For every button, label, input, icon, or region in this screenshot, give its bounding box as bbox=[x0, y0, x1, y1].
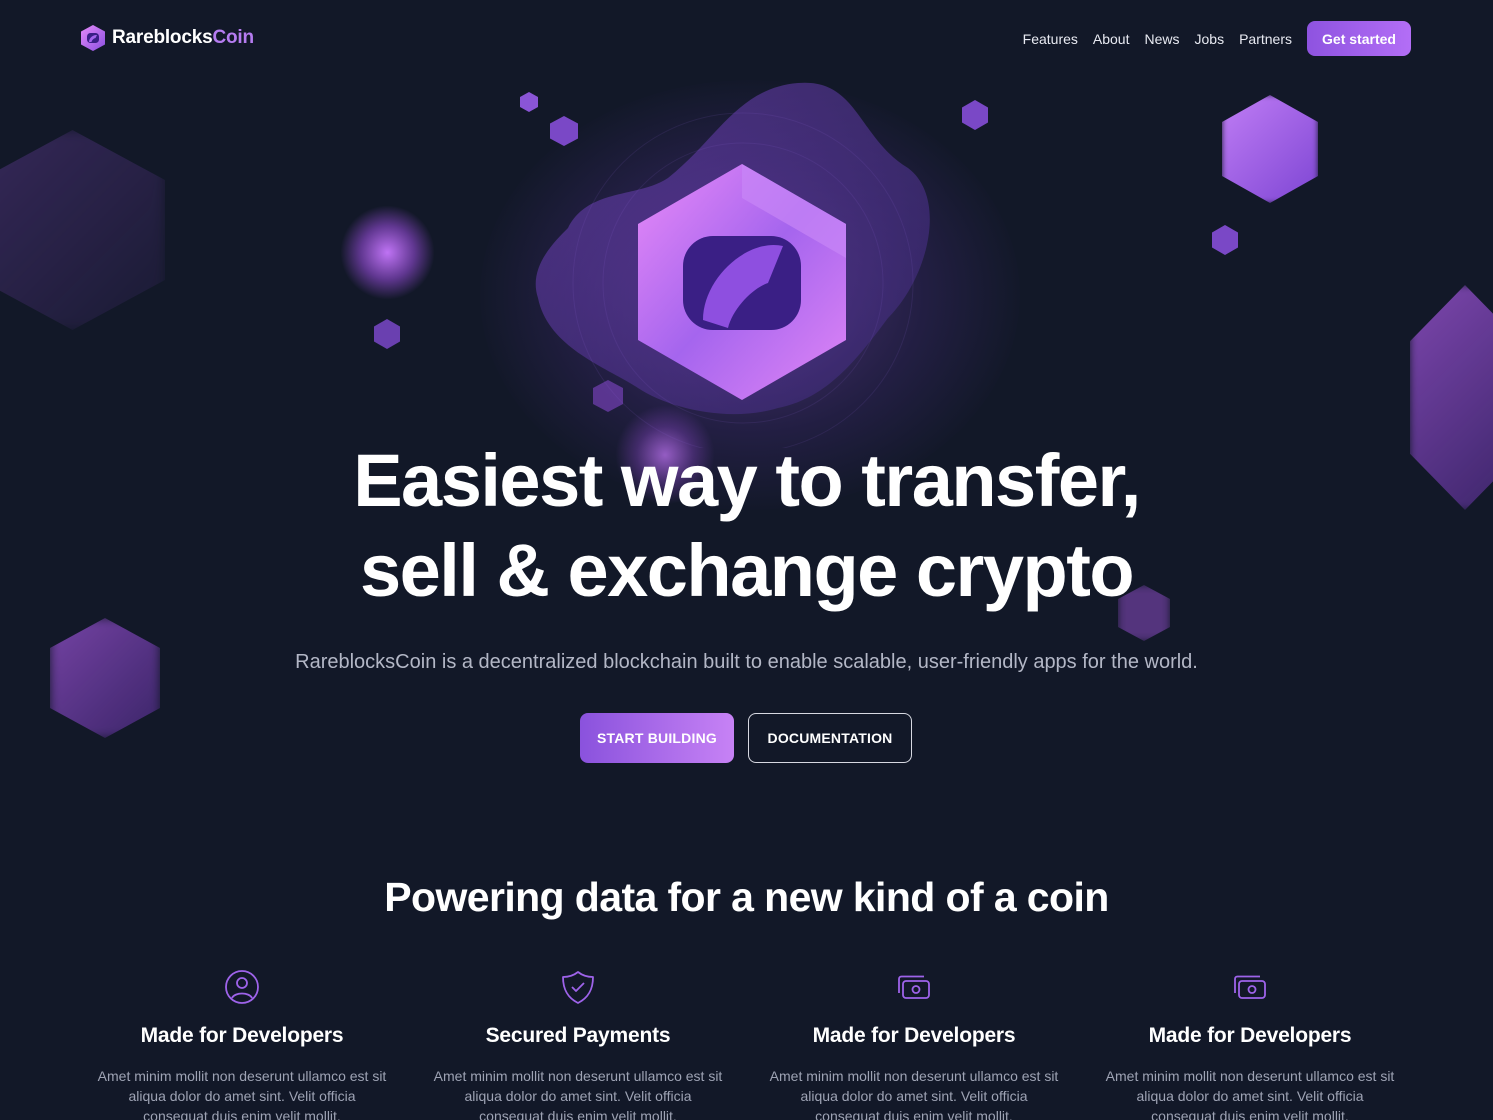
feature-description: Amet minim mollit non deserunt ullamco e… bbox=[1105, 1068, 1395, 1120]
hero-logo-mark bbox=[535, 82, 930, 448]
hero-title-line-2: sell & exchange crypto bbox=[359, 529, 1135, 612]
feature-description: Amet minim mollit non deserunt ullamco e… bbox=[97, 1068, 387, 1120]
feature-card: Made for Developers Amet minim mollit no… bbox=[746, 968, 1082, 1120]
feature-card: Secured Payments Amet minim mollit non d… bbox=[410, 968, 746, 1120]
cash-icon bbox=[1234, 975, 1266, 999]
feature-description: Amet minim mollit non deserunt ullamco e… bbox=[769, 1068, 1059, 1120]
hexagon-shape bbox=[374, 319, 400, 349]
hexagon-shape bbox=[1222, 95, 1318, 203]
shield-check-icon bbox=[562, 971, 594, 1004]
hexagon-shape bbox=[550, 116, 578, 146]
feature-title: Secured Payments bbox=[485, 1024, 671, 1047]
nav-links: Features About News Jobs Partners Get st… bbox=[1023, 21, 1411, 56]
nav-link-partners[interactable]: Partners bbox=[1239, 22, 1292, 56]
feature-card: Made for Developers Amet minim mollit no… bbox=[74, 968, 410, 1120]
features-grid: Made for Developers Amet minim mollit no… bbox=[74, 968, 1419, 1120]
nav-link-news[interactable]: News bbox=[1144, 22, 1179, 56]
feature-card: Made for Developers Amet minim mollit no… bbox=[1082, 968, 1418, 1120]
landing-page: RareblocksCoin Features About News Jobs … bbox=[0, 0, 1493, 1120]
hexagon-shape bbox=[962, 100, 988, 130]
nav-link-features[interactable]: Features bbox=[1023, 22, 1078, 56]
get-started-button[interactable]: Get started bbox=[1307, 21, 1411, 56]
documentation-button[interactable]: DOCUMENTATION bbox=[748, 713, 912, 763]
cash-icon bbox=[898, 975, 930, 999]
feature-title: Made for Developers bbox=[1148, 1024, 1352, 1047]
features-title: Powering data for a new kind of a coin bbox=[384, 874, 1109, 920]
hexagon-shape bbox=[0, 130, 165, 330]
top-navigation: RareblocksCoin Features About News Jobs … bbox=[0, 0, 1493, 76]
hexagon-shape bbox=[520, 92, 538, 112]
hexagon-shape bbox=[593, 380, 623, 412]
brand-name: RareblocksCoin bbox=[112, 27, 254, 48]
hero-title: Easiest way to transfer, sell & exchange… bbox=[0, 436, 1493, 616]
feature-title: Made for Developers bbox=[140, 1024, 344, 1047]
nav-link-about[interactable]: About bbox=[1093, 22, 1130, 56]
orb-left bbox=[340, 205, 435, 300]
hero-actions: START BUILDING DOCUMENTATION bbox=[580, 713, 912, 763]
hexagon-logo-icon bbox=[81, 25, 105, 51]
feature-title: Made for Developers bbox=[812, 1024, 1016, 1047]
brand-logo[interactable]: RareblocksCoin bbox=[81, 25, 254, 51]
start-building-button[interactable]: START BUILDING bbox=[580, 713, 734, 763]
feature-description: Amet minim mollit non deserunt ullamco e… bbox=[433, 1068, 723, 1120]
user-circle-icon bbox=[225, 970, 259, 1004]
hero-title-line-1: Easiest way to transfer, bbox=[353, 439, 1141, 522]
nav-link-jobs[interactable]: Jobs bbox=[1195, 22, 1225, 56]
hexagon-shape bbox=[50, 618, 160, 738]
hero-subtitle: RareblocksCoin is a decentralized blockc… bbox=[295, 651, 1198, 673]
hexagon-shape bbox=[1212, 225, 1238, 255]
